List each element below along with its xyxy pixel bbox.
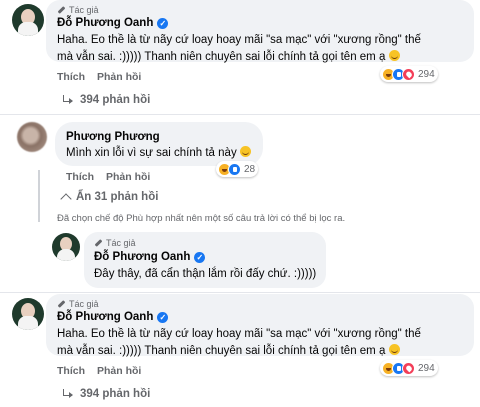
author-badge-label: Tác giả <box>106 238 136 248</box>
comment-text-line: Đây thây, đã cẩn thận lắm rồi đấy chứ. :… <box>94 268 317 280</box>
verified-icon: ✓ <box>157 17 169 29</box>
comment-actions: Thích Phản hồi <box>66 171 150 183</box>
commenter-name-text[interactable]: Đỗ Phương Oanh <box>57 311 153 323</box>
verified-icon: ✓ <box>194 251 206 263</box>
comment-text-line: mà vẫn sai. :))))) Thanh niên chuyên sai… <box>57 345 386 357</box>
reaction-count: 28 <box>244 163 256 175</box>
heart-icon <box>402 361 415 375</box>
commenter-name-text[interactable]: Đỗ Phương Oanh <box>57 17 153 29</box>
divider <box>0 114 480 115</box>
hide-replies-label[interactable]: Ẩn 31 phản hồi <box>76 191 158 203</box>
pen-icon <box>57 6 66 15</box>
grin-emoji-icon <box>239 146 251 157</box>
commenter-name[interactable]: Đỗ Phương Oanh ✓ <box>57 311 169 323</box>
reply-arrow-icon <box>62 389 74 399</box>
commenter-name-text[interactable]: Đỗ Phương Oanh <box>94 251 190 263</box>
pen-icon <box>57 300 66 309</box>
comment-text-line: Mình xin lỗi vì sự sai chính tả này <box>66 147 237 159</box>
like-button[interactable]: Thích <box>66 171 94 183</box>
comment-actions: Thích Phản hồi <box>57 365 141 377</box>
view-replies-label[interactable]: 394 phản hồi <box>80 388 150 400</box>
avatar[interactable] <box>52 233 80 261</box>
like-icon <box>228 162 241 176</box>
comment-text: Haha. Eo thề là từ nãy cứ loay hoay mãi … <box>57 32 472 66</box>
chevron-up-icon <box>60 193 72 205</box>
thread-line <box>38 170 40 222</box>
avatar[interactable] <box>12 298 44 330</box>
heart-icon <box>402 67 415 81</box>
author-badge: Tác giả <box>57 299 99 309</box>
reply-button[interactable]: Phản hồi <box>106 171 150 183</box>
like-button[interactable]: Thích <box>57 365 85 377</box>
reaction-summary[interactable]: 294 <box>380 360 438 376</box>
reply-button[interactable]: Phản hồi <box>97 71 141 83</box>
reaction-summary[interactable]: 294 <box>380 66 438 82</box>
divider <box>0 292 480 293</box>
reaction-count: 294 <box>418 68 435 80</box>
hide-replies-link[interactable]: Ẩn 31 phản hồi <box>60 191 158 205</box>
commenter-name[interactable]: Đỗ Phương Oanh ✓ <box>57 17 169 29</box>
comment-text-line: mà vẫn sai. :))))) Thanh niên chuyên sai… <box>57 51 386 63</box>
author-badge-label: Tác giả <box>69 299 99 309</box>
commenter-name-text[interactable]: Phương Phương <box>66 131 160 143</box>
commenter-name[interactable]: Phương Phương <box>66 131 160 143</box>
author-badge: Tác giả <box>57 5 99 15</box>
verified-icon: ✓ <box>157 311 169 323</box>
comment-text-line: Haha. Eo thề là từ nãy cứ loay hoay mãi … <box>57 328 421 340</box>
reaction-count: 294 <box>418 362 435 374</box>
filter-notice: Đã chọn chế độ Phù hợp nhất nên một số c… <box>57 213 346 224</box>
comment-actions: Thích Phản hồi <box>57 71 141 83</box>
avatar[interactable] <box>17 122 47 152</box>
view-replies-link[interactable]: 394 phản hồi <box>62 94 150 106</box>
sad-emoji-icon <box>388 344 400 355</box>
like-button[interactable]: Thích <box>57 71 85 83</box>
author-badge: Tác giả <box>94 238 136 248</box>
pen-icon <box>94 239 103 248</box>
view-replies-link[interactable]: 394 phản hồi <box>62 388 150 400</box>
comment-text: Haha. Eo thề là từ nãy cứ loay hoay mãi … <box>57 326 472 360</box>
avatar[interactable] <box>12 4 44 36</box>
commenter-name[interactable]: Đỗ Phương Oanh ✓ <box>94 251 206 263</box>
sad-emoji-icon <box>388 50 400 61</box>
comment-text-line: Haha. Eo thề là từ nãy cứ loay hoay mãi … <box>57 34 421 46</box>
comment-text: Đây thây, đã cẩn thận lắm rồi đấy chứ. :… <box>94 266 316 283</box>
view-replies-label[interactable]: 394 phản hồi <box>80 94 150 106</box>
author-badge-label: Tác giả <box>69 5 99 15</box>
reply-button[interactable]: Phản hồi <box>97 365 141 377</box>
reaction-summary[interactable]: 28 <box>216 161 259 177</box>
reply-arrow-icon <box>62 95 74 105</box>
comment-text: Mình xin lỗi vì sự sai chính tả này <box>66 145 251 162</box>
